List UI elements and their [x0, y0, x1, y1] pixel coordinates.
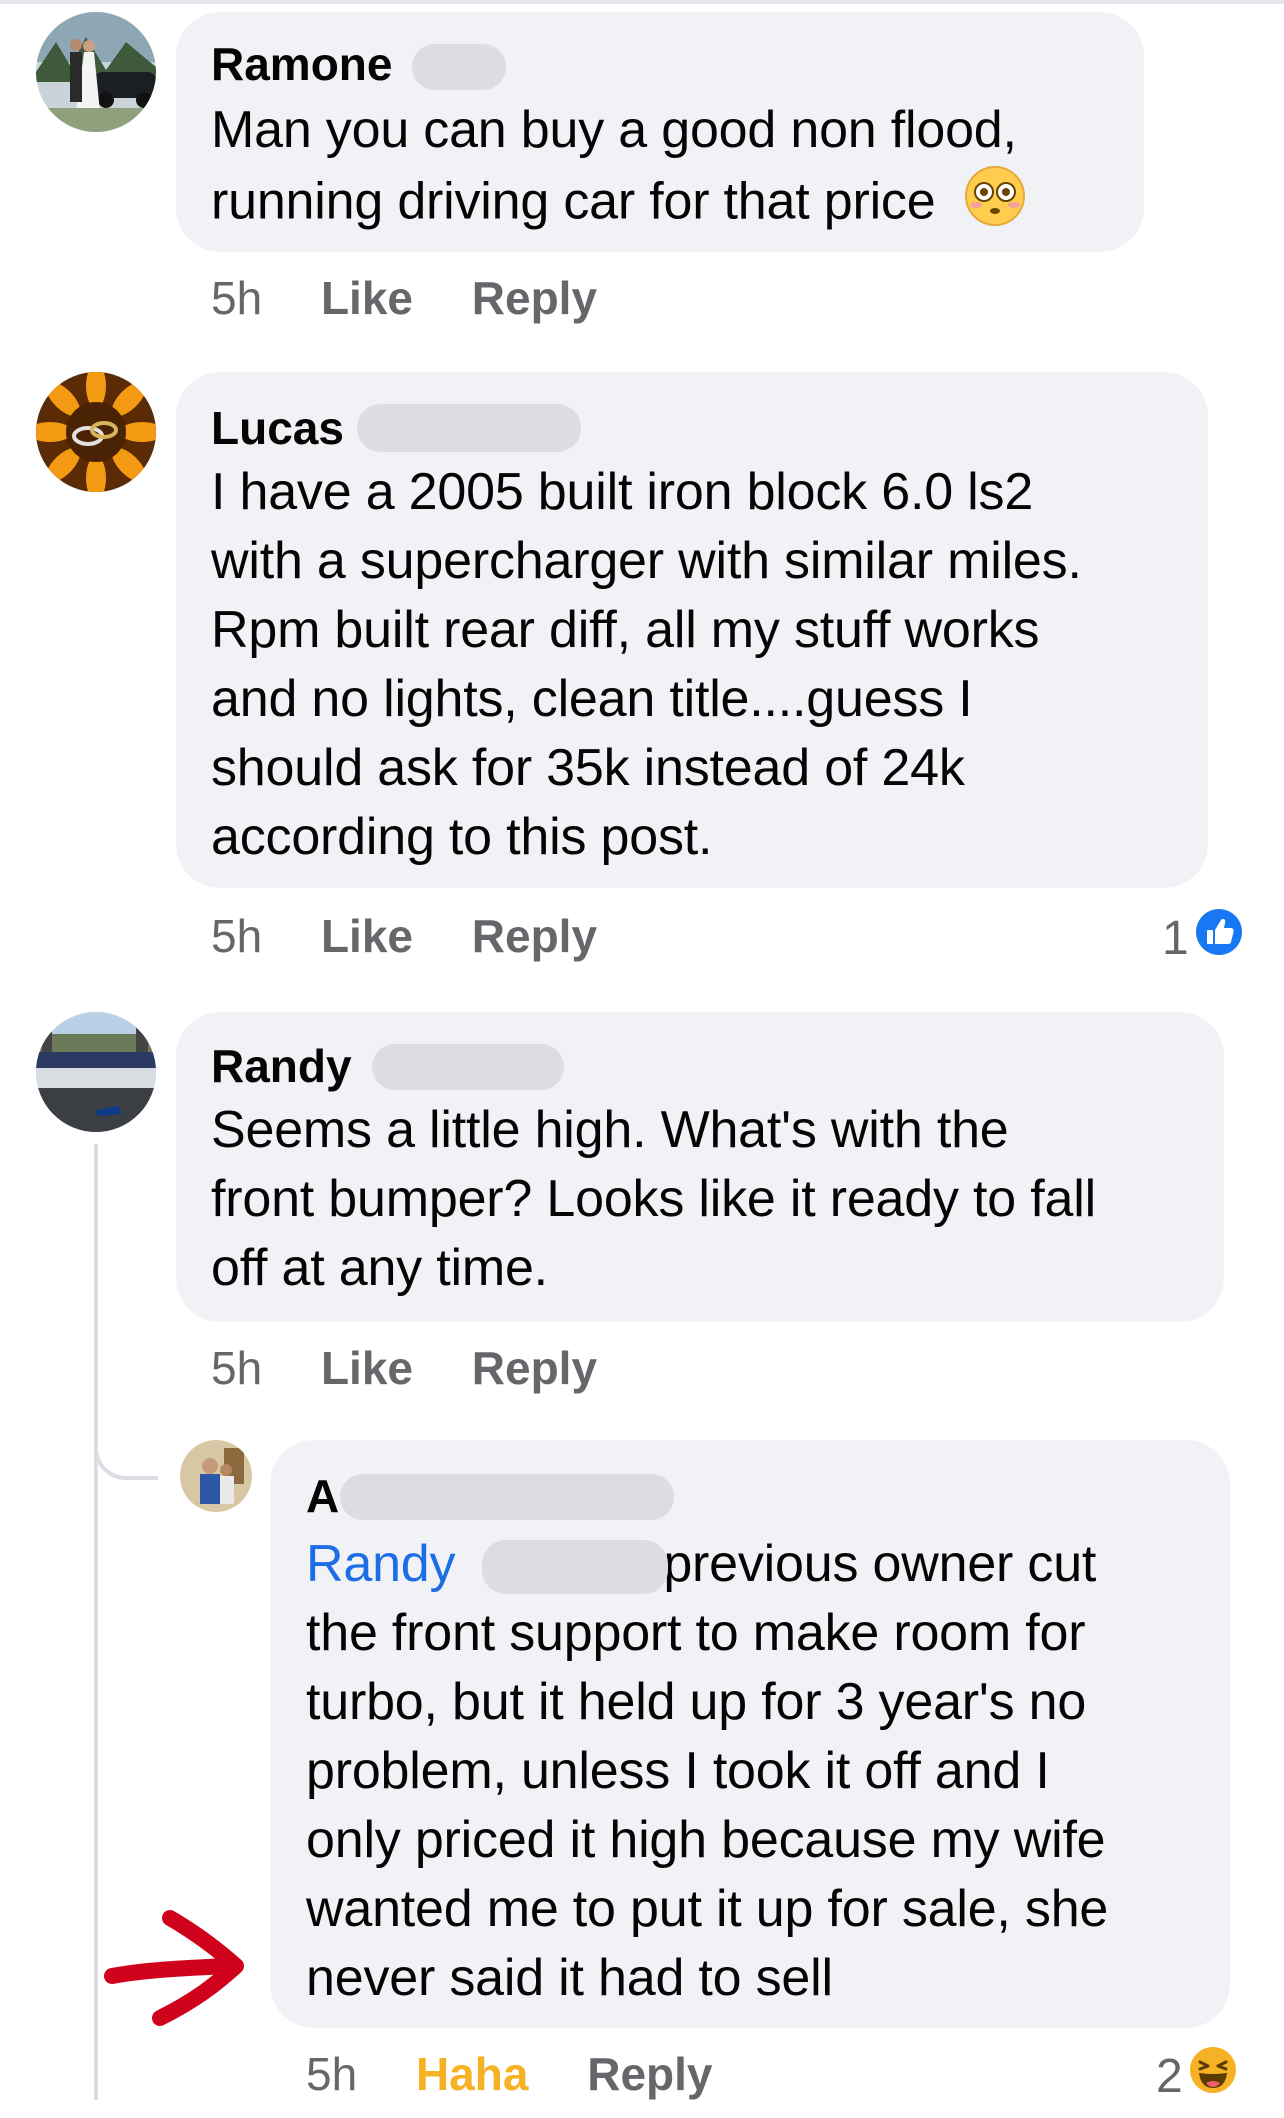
comment-text: Randy previous owner cut the front suppor… — [306, 1535, 1109, 2007]
reaction-count: 2 — [1156, 2049, 1183, 2103]
commenter-name[interactable]: Ramone — [211, 36, 392, 92]
commenter-name[interactable]: A — [306, 1468, 339, 1524]
reply-thread-connector — [94, 1400, 158, 1480]
like-button[interactable]: Like — [321, 1342, 413, 1394]
reaction-count: 1 — [1162, 911, 1189, 965]
avatar[interactable] — [36, 12, 156, 132]
top-divider — [0, 0, 1284, 4]
commenter-name[interactable]: Lucas — [211, 400, 344, 456]
like-button[interactable]: Like — [321, 910, 413, 962]
avatar[interactable] — [36, 1012, 156, 1132]
reply-button[interactable]: Reply — [472, 1342, 597, 1394]
redacted-name — [340, 1474, 674, 1520]
haha-icon — [1183, 2046, 1237, 2107]
haha-reaction-button[interactable]: Haha — [416, 2048, 528, 2100]
comment-meta: 5h Like Reply — [211, 1340, 597, 1396]
reaction-summary[interactable]: 1 — [1162, 908, 1243, 969]
reply-button[interactable]: Reply — [472, 910, 597, 962]
redacted-name — [357, 404, 581, 452]
timestamp[interactable]: 5h — [306, 2048, 357, 2100]
comment-meta: 5h Like Reply — [211, 270, 597, 326]
comment-meta: 5h Haha Reply — [306, 2046, 712, 2102]
flushed-face-emoji-icon — [964, 165, 1026, 245]
avatar[interactable] — [180, 1440, 252, 1512]
redacted-mention — [482, 1540, 668, 1594]
comment-text: I have a 2005 built iron block 6.0 ls2 w… — [211, 463, 1082, 866]
reply-button[interactable]: Reply — [587, 2048, 712, 2100]
timestamp[interactable]: 5h — [211, 1342, 262, 1394]
redacted-name — [372, 1044, 564, 1090]
comment-text: Seems a little high. What's with the fro… — [211, 1101, 1096, 1297]
avatar[interactable] — [36, 372, 156, 492]
like-icon — [1189, 908, 1243, 969]
redacted-name — [412, 44, 506, 90]
reply-thread-line — [94, 1144, 98, 2100]
reply-button[interactable]: Reply — [472, 272, 597, 324]
reaction-summary[interactable]: 2 — [1156, 2046, 1237, 2107]
comment-text: Man you can buy a good non flood, runnin… — [211, 96, 1026, 245]
timestamp[interactable]: 5h — [211, 272, 262, 324]
annotation-arrow-icon — [104, 1896, 254, 2028]
mention-link[interactable]: Randy — [306, 1535, 456, 1593]
comment-meta: 5h Like Reply — [211, 908, 597, 964]
like-button[interactable]: Like — [321, 272, 413, 324]
timestamp[interactable]: 5h — [211, 910, 262, 962]
commenter-name[interactable]: Randy — [211, 1038, 352, 1094]
